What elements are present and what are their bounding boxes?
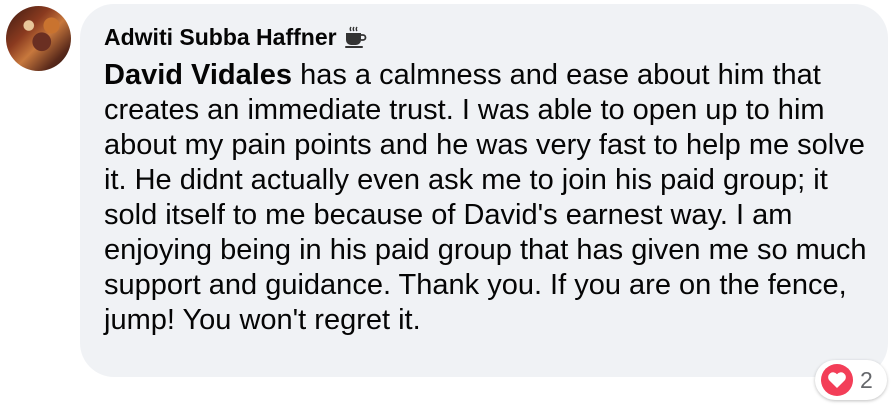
avatar[interactable] (6, 6, 71, 71)
reaction-summary[interactable]: 2 (815, 360, 887, 400)
comment-body-text: has a calmness and ease about him that c… (104, 59, 867, 336)
comment-header: Adwiti Subba Haffner (104, 20, 864, 54)
comment-text: David Vidales has a calmness and ease ab… (104, 58, 874, 338)
heart-icon (821, 364, 853, 396)
coffee-cup-icon (343, 25, 367, 49)
mention-link[interactable]: David Vidales (104, 59, 292, 91)
reaction-count: 2 (860, 366, 873, 393)
comment-bubble: Adwiti Subba Haffner David Vidales has a… (80, 4, 888, 377)
comment-author-name[interactable]: Adwiti Subba Haffner (104, 24, 337, 51)
